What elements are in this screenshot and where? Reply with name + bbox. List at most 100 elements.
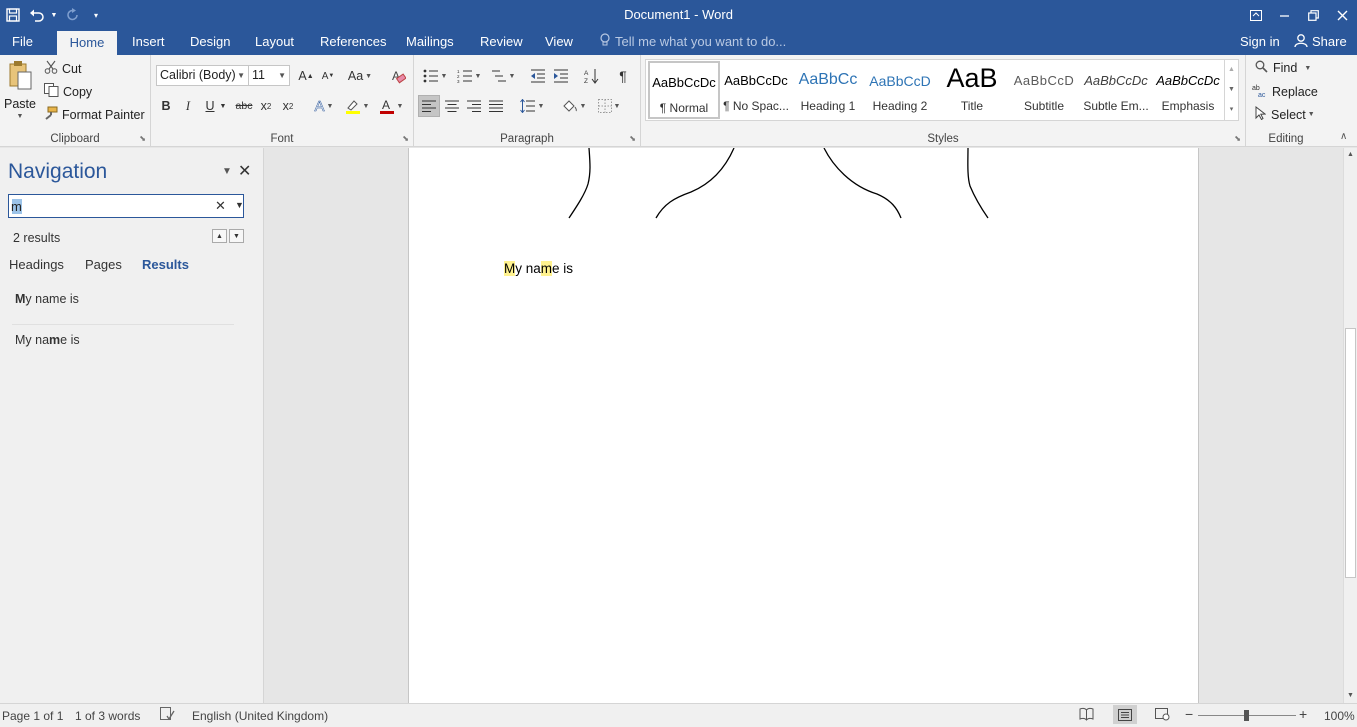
page-count[interactable]: Page 1 of 1 (2, 709, 63, 723)
styles-launcher-icon[interactable]: ⬊ (1234, 134, 1241, 143)
navigation-search-input[interactable] (11, 197, 211, 215)
zoom-in-icon[interactable]: + (1299, 706, 1307, 722)
zoom-level[interactable]: 100% (1324, 709, 1355, 723)
style-normal[interactable]: AaBbCcDc ¶ Normal (648, 61, 720, 119)
text-effects-icon[interactable]: A ▼ (309, 95, 339, 117)
collapse-ribbon-icon[interactable]: ∧ (1340, 131, 1347, 142)
document-paragraph[interactable]: My name is (504, 261, 573, 276)
style-subtle-emphasis[interactable]: AaBbCcDc Subtle Em... (1080, 61, 1152, 119)
paragraph-launcher-icon[interactable]: ⬊ (629, 134, 636, 143)
increase-indent-icon[interactable] (550, 65, 572, 87)
gallery-more-icon[interactable]: ▾ (1224, 100, 1238, 120)
find-button[interactable]: Find ▼ (1255, 60, 1311, 76)
previous-result-icon[interactable]: ▲ (212, 229, 227, 243)
cut-button[interactable]: Cut (44, 60, 81, 77)
zoom-out-icon[interactable]: − (1185, 706, 1193, 722)
undo-dropdown-icon[interactable]: ▼ (48, 0, 60, 30)
tab-home[interactable]: Home (57, 31, 117, 55)
tab-insert[interactable]: Insert (122, 30, 175, 55)
align-center-icon[interactable] (441, 95, 463, 117)
search-result-2[interactable]: My name is (15, 333, 80, 347)
document-page[interactable]: My name is (408, 148, 1199, 703)
font-size-combo[interactable]: 11 ▼ (248, 65, 290, 86)
nav-tab-headings[interactable]: Headings (9, 257, 64, 272)
read-mode-icon[interactable] (1079, 707, 1094, 724)
gallery-down-icon[interactable]: ▼ (1224, 80, 1238, 100)
multilevel-list-icon[interactable]: ▼ (488, 65, 518, 87)
search-options-icon[interactable]: ▼ (235, 200, 244, 210)
minimize-icon[interactable] (1270, 0, 1299, 30)
underline-dropdown-icon[interactable]: ▼ (217, 95, 229, 117)
tell-me-box[interactable]: Tell me what you want to do... (600, 30, 786, 55)
scroll-down-icon[interactable]: ▼ (1344, 689, 1357, 703)
clipboard-launcher-icon[interactable]: ⬊ (139, 134, 146, 143)
customize-quick-access-icon[interactable]: ▾ (86, 0, 106, 30)
nav-tab-results[interactable]: Results (142, 257, 189, 272)
share-button[interactable]: Share (1294, 30, 1347, 55)
clear-search-icon[interactable]: ✕ (215, 198, 226, 214)
font-name-combo[interactable]: Calibri (Body) ▼ (156, 65, 249, 86)
drawing-shape[interactable] (409, 148, 1200, 223)
style-emphasis[interactable]: AaBbCcDc Emphasis (1152, 61, 1224, 119)
scroll-up-icon[interactable]: ▲ (1344, 148, 1357, 162)
replace-button[interactable]: ab ac Replace (1252, 83, 1318, 100)
zoom-slider-thumb[interactable] (1244, 710, 1249, 721)
change-case-icon[interactable]: Aa ▼ (345, 65, 375, 87)
web-layout-icon[interactable] (1155, 707, 1170, 724)
vertical-scrollbar[interactable]: ▲ ▼ (1343, 148, 1357, 703)
bullets-icon[interactable]: ▼ (420, 65, 450, 87)
subscript-icon[interactable]: x2 (255, 95, 277, 117)
align-left-icon[interactable] (418, 95, 440, 117)
style-subtitle[interactable]: AaBbCcD Subtitle (1008, 61, 1080, 119)
undo-icon[interactable] (26, 0, 48, 30)
word-count[interactable]: 1 of 3 words (75, 709, 140, 723)
tab-file[interactable]: File (2, 30, 43, 55)
tab-mailings[interactable]: Mailings (396, 30, 464, 55)
copy-button[interactable]: Copy (44, 83, 92, 100)
tab-review[interactable]: Review (470, 30, 533, 55)
tab-view[interactable]: View (535, 30, 583, 55)
gallery-up-icon[interactable]: ▲ (1224, 60, 1238, 80)
highlight-color-icon[interactable]: ▼ (341, 95, 373, 117)
borders-icon[interactable]: ▼ (594, 95, 624, 117)
justify-icon[interactable] (485, 95, 507, 117)
strikethrough-icon[interactable]: abc (233, 95, 255, 117)
tab-references[interactable]: References (310, 30, 396, 55)
italic-icon[interactable]: I (177, 95, 199, 117)
style-heading-1[interactable]: AaBbCc Heading 1 (792, 61, 864, 119)
proofing-icon[interactable] (160, 707, 175, 724)
sign-in-link[interactable]: Sign in (1240, 30, 1280, 55)
decrease-indent-icon[interactable] (527, 65, 549, 87)
show-formatting-marks-icon[interactable]: ¶ (612, 65, 634, 87)
bold-icon[interactable]: B (155, 95, 177, 117)
pane-options-icon[interactable]: ▼ (222, 166, 232, 177)
print-layout-icon[interactable] (1113, 705, 1137, 724)
save-icon[interactable] (0, 0, 26, 30)
shading-icon[interactable]: ▼ (559, 95, 589, 117)
font-color-icon[interactable]: A ▼ (375, 95, 407, 117)
align-right-icon[interactable] (463, 95, 485, 117)
format-painter-button[interactable]: Format Painter (44, 106, 145, 123)
shrink-font-icon[interactable]: A ▼ (317, 65, 339, 87)
scrollbar-thumb[interactable] (1345, 328, 1356, 578)
language[interactable]: English (United Kingdom) (192, 709, 328, 723)
style-no-spacing[interactable]: AaBbCcDc ¶ No Spac... (720, 61, 792, 119)
sort-icon[interactable]: AZ (581, 65, 603, 87)
style-heading-2[interactable]: AaBbCcD Heading 2 (864, 61, 936, 119)
numbering-icon[interactable]: 1 2 3 ▼ (454, 65, 484, 87)
grow-font-icon[interactable]: A ▲ (295, 65, 317, 87)
search-result-1[interactable]: My name is (15, 292, 79, 306)
superscript-icon[interactable]: x2 (277, 95, 299, 117)
ribbon-display-options-icon[interactable] (1241, 0, 1270, 30)
tab-design[interactable]: Design (180, 30, 240, 55)
next-result-icon[interactable]: ▼ (229, 229, 244, 243)
redo-icon[interactable] (60, 0, 86, 30)
close-icon[interactable] (1328, 0, 1357, 30)
clear-formatting-icon[interactable]: A (387, 65, 409, 87)
select-button[interactable]: Select ▼ (1255, 105, 1315, 123)
nav-tab-pages[interactable]: Pages (85, 257, 122, 272)
line-spacing-icon[interactable]: ▼ (517, 95, 547, 117)
style-title[interactable]: AaB Title (936, 61, 1008, 119)
close-pane-icon[interactable]: ✕ (238, 161, 251, 181)
restore-icon[interactable] (1299, 0, 1328, 30)
